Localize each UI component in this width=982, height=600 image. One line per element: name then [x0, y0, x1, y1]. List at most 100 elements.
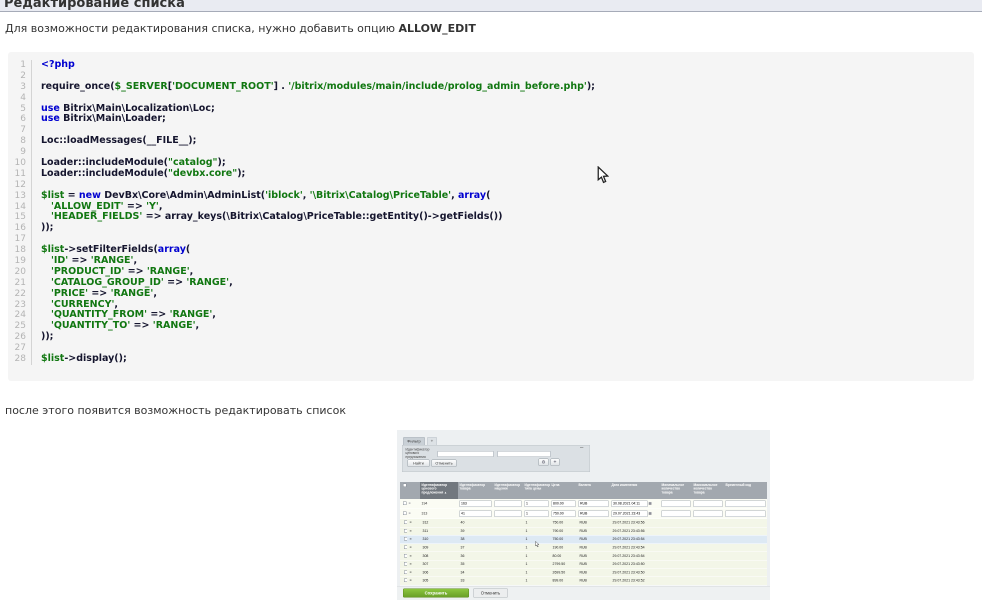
add-filter-tab[interactable]: +: [427, 437, 437, 445]
row-checkbox[interactable]: [403, 512, 407, 516]
cell-type: 1: [523, 563, 550, 567]
cell-id: 312: [420, 521, 458, 525]
table-row[interactable]: ≡3073512799.50RUB29.07.2021 23:43:50: [400, 560, 767, 568]
product-input[interactable]: [460, 501, 492, 508]
min-input[interactable]: [662, 511, 691, 518]
cell-extra: [493, 511, 523, 518]
table-row[interactable]: ≡3063412699.50RUB29.07.2021 23:43:50: [400, 569, 767, 577]
line-number: 15: [8, 212, 32, 223]
row-menu-icon[interactable]: ≡: [407, 529, 420, 533]
code-line: 8Loc::loadMessages(__FILE__);: [8, 136, 974, 147]
column-header-max[interactable]: Максимальное количество товара: [692, 482, 724, 499]
filter-settings-button[interactable]: ⚙: [539, 459, 549, 467]
row-checkbox[interactable]: [403, 502, 407, 506]
line-number: 26: [8, 332, 32, 343]
table-row[interactable]: ≡30836180.00RUB29.07.2021 23:43:54: [400, 552, 767, 560]
code-token: $list: [41, 353, 64, 364]
table-row[interactable]: ≡305331899.00RUB29.07.2021 23:43:52: [400, 577, 767, 585]
row-menu-icon[interactable]: ≡: [407, 538, 420, 542]
type-input[interactable]: [525, 511, 549, 518]
code-token: [41, 211, 51, 222]
date-input[interactable]: [612, 501, 648, 508]
code-token: 'CATALOG_GROUP_ID': [51, 277, 164, 288]
extra-input[interactable]: [495, 501, 522, 508]
row-menu-icon[interactable]: ≡: [407, 579, 420, 583]
date-input[interactable]: [612, 511, 648, 518]
code-text: 'QUANTITY_TO' => 'RANGE',: [32, 321, 199, 332]
cancel-button[interactable]: Отменить: [473, 589, 508, 598]
code-token: => array_keys(\Bitrix\Catalog\PriceTable…: [142, 211, 502, 222]
cell-type: 1: [523, 554, 550, 558]
filter-add-button[interactable]: +: [551, 459, 560, 467]
table-row[interactable]: ≡309371190.00RUB29.07.2021 23:43:54: [400, 544, 767, 552]
column-header-id[interactable]: Идентификатор ценового предложения ▲: [420, 482, 458, 499]
price-input[interactable]: [552, 501, 576, 508]
column-header-price[interactable]: Цена: [550, 482, 577, 499]
code-token: array: [158, 244, 186, 255]
filter-tab[interactable]: Фильтр: [403, 437, 425, 445]
line-number: 13: [8, 191, 32, 202]
column-header-tmp[interactable]: Временный код: [724, 482, 767, 499]
save-button[interactable]: Сохранить: [403, 589, 469, 598]
code-token: ,: [159, 201, 163, 212]
calendar-icon[interactable]: ▦: [649, 502, 654, 507]
select-all-checkbox[interactable]: [403, 484, 407, 488]
code-line: 22 'PRICE' => 'RANGE',: [8, 289, 974, 300]
code-token: Loc::loadMessages(__FILE__);: [41, 135, 196, 146]
row-menu-icon[interactable]: ≡: [407, 563, 420, 567]
column-header-type[interactable]: Идентификатор типа цены: [523, 482, 550, 499]
tmp-input[interactable]: [726, 511, 766, 518]
line-number: 14: [8, 202, 32, 213]
currency-input[interactable]: [579, 501, 609, 508]
row-menu-icon[interactable]: ≡: [407, 571, 420, 575]
code-token: array: [458, 190, 486, 201]
extra-input[interactable]: [495, 511, 522, 518]
line-number: 4: [8, 93, 32, 104]
min-input[interactable]: [662, 501, 691, 508]
filter-find-button[interactable]: Найти: [408, 460, 430, 468]
cell-currency: RUB: [577, 554, 610, 558]
table-row[interactable]: ≡310381750.00RUB29.07.2021 23:43:54: [400, 536, 767, 544]
table-row[interactable]: ≡311391790.00RUB29.07.2021 23:43:56: [400, 527, 767, 535]
cell-type: [523, 501, 550, 508]
column-header-currency[interactable]: Валюта: [577, 482, 610, 499]
filter-id-to-input[interactable]: [498, 451, 551, 457]
admin-page: Фильтр + Идентификатор ценового предложе…: [397, 430, 770, 600]
cell-price: [550, 511, 577, 518]
line-number: 28: [8, 354, 32, 365]
line-number: 18: [8, 245, 32, 256]
column-header-product[interactable]: Идентификатор товара: [458, 482, 493, 499]
cell-max: [692, 501, 724, 508]
row-menu-icon[interactable]: ≡: [407, 546, 420, 550]
cell-id: 310: [420, 538, 458, 542]
column-header-extra[interactable]: Идентификатор наценки: [493, 482, 523, 499]
calendar-icon[interactable]: ▦: [649, 512, 654, 517]
product-input[interactable]: [460, 511, 492, 518]
row-menu-icon[interactable]: ≡: [407, 521, 420, 525]
code-token: 'RANGE': [91, 255, 134, 266]
code-token: DevBx\Core\Admin\AdminList(: [101, 190, 265, 201]
column-header-min[interactable]: Минимальное количество товара: [660, 482, 692, 499]
table-row[interactable]: ≡312401750.00RUB29.07.2021 23:43:56: [400, 519, 767, 527]
filter-id-from-input[interactable]: [438, 451, 494, 457]
table-row-editable: ≡313▦: [400, 509, 767, 519]
max-input[interactable]: [694, 511, 723, 518]
row-menu-icon[interactable]: ≡: [407, 502, 420, 506]
row-menu-icon[interactable]: ≡: [407, 512, 420, 516]
type-input[interactable]: [525, 501, 549, 508]
filter-minimize-icon[interactable]: –: [580, 444, 583, 451]
filter-cancel-button[interactable]: Отменить: [432, 460, 457, 468]
cell-product: 38: [458, 538, 493, 542]
table-header-row: Идентификатор ценового предложения ▲Иден…: [400, 482, 767, 499]
price-input[interactable]: [552, 511, 576, 518]
code-line: 1<?php: [8, 60, 974, 71]
row-menu-icon[interactable]: ≡: [407, 554, 420, 558]
code-token: 'PRODUCT_ID': [51, 266, 124, 277]
cell-date: 29.07.2021 23:43:50: [610, 563, 660, 567]
filter-panel: Идентификатор ценового предложения Найти…: [402, 445, 590, 472]
max-input[interactable]: [694, 501, 723, 508]
code-token: );: [218, 157, 226, 168]
currency-input[interactable]: [579, 511, 609, 518]
tmp-input[interactable]: [726, 501, 766, 508]
column-header-date[interactable]: Дата изменения: [610, 482, 660, 499]
